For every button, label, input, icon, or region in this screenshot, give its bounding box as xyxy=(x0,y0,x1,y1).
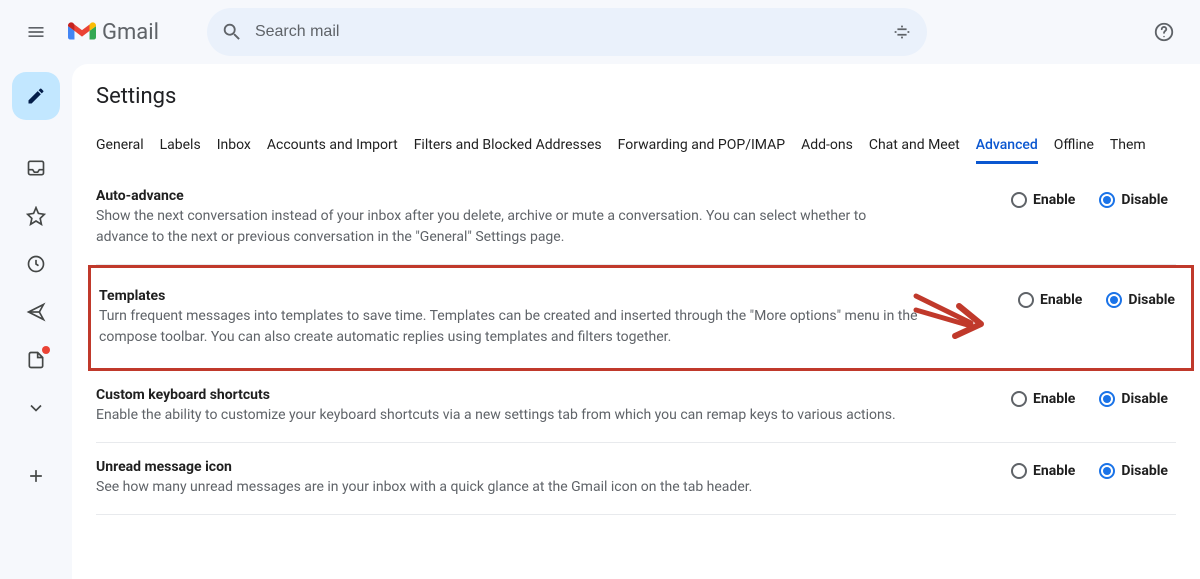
hamburger-icon xyxy=(26,22,46,42)
setting-controls: Enable Disable xyxy=(1011,459,1176,479)
disable-radio[interactable]: Disable xyxy=(1099,391,1168,407)
tab-accounts-and-import[interactable]: Accounts and Import xyxy=(267,129,398,164)
enable-radio[interactable]: Enable xyxy=(1011,463,1075,479)
pencil-icon xyxy=(26,86,46,106)
enable-radio[interactable]: Enable xyxy=(1011,391,1075,407)
radio-label: Enable xyxy=(1040,292,1082,308)
radio-circle-icon xyxy=(1011,391,1027,407)
setting-title: Unread message icon xyxy=(96,459,916,475)
radio-label: Enable xyxy=(1033,192,1075,208)
setting-title: Custom keyboard shortcuts xyxy=(96,387,916,403)
inbox-icon xyxy=(26,158,46,178)
page-title: Settings xyxy=(96,84,1200,109)
nav-snoozed[interactable] xyxy=(16,248,56,280)
draft-icon xyxy=(26,350,46,370)
gmail-logo-icon xyxy=(68,21,96,43)
radio-circle-icon xyxy=(1018,292,1034,308)
send-icon xyxy=(26,302,46,322)
radio-circle-icon xyxy=(1011,192,1027,208)
setting-row-auto-advance: Auto-advance Show the next conversation i… xyxy=(96,172,1176,265)
nav-new-label[interactable] xyxy=(16,460,56,492)
nav-more[interactable] xyxy=(16,392,56,424)
radio-label: Disable xyxy=(1121,463,1168,479)
tab-inbox[interactable]: Inbox xyxy=(217,129,251,164)
left-sidebar xyxy=(0,64,72,579)
radio-circle-icon xyxy=(1099,192,1115,208)
tab-offline[interactable]: Offline xyxy=(1054,129,1094,164)
tab-forwarding-and-pop-imap[interactable]: Forwarding and POP/IMAP xyxy=(618,129,785,164)
tab-add-ons[interactable]: Add-ons xyxy=(801,129,853,164)
gmail-logo[interactable]: Gmail xyxy=(68,20,159,45)
disable-radio[interactable]: Disable xyxy=(1099,192,1168,208)
setting-title: Templates xyxy=(99,288,919,304)
main-menu-button[interactable] xyxy=(16,12,56,52)
enable-radio[interactable]: Enable xyxy=(1018,292,1082,308)
gmail-logo-text: Gmail xyxy=(102,20,159,45)
setting-row-custom-keyboard-shortcuts: Custom keyboard shortcuts Enable the abil… xyxy=(96,371,1176,443)
setting-description: See how many unread messages are in your… xyxy=(96,477,916,498)
tab-advanced[interactable]: Advanced xyxy=(976,129,1038,164)
disable-radio[interactable]: Disable xyxy=(1099,463,1168,479)
disable-radio[interactable]: Disable xyxy=(1106,292,1175,308)
app-header: Gmail xyxy=(0,0,1200,64)
radio-label: Disable xyxy=(1128,292,1175,308)
setting-controls: Enable Disable xyxy=(1011,387,1176,407)
radio-circle-icon xyxy=(1099,391,1115,407)
help-icon xyxy=(1153,21,1175,43)
setting-description: Show the next conversation instead of yo… xyxy=(96,206,916,248)
star-icon xyxy=(26,206,46,226)
setting-description: Turn frequent messages into templates to… xyxy=(99,306,919,348)
nav-starred[interactable] xyxy=(16,200,56,232)
radio-label: Disable xyxy=(1121,192,1168,208)
clock-icon xyxy=(26,254,46,274)
setting-description: Enable the ability to customize your key… xyxy=(96,405,916,426)
nav-inbox[interactable] xyxy=(16,152,56,184)
enable-radio[interactable]: Enable xyxy=(1011,192,1075,208)
radio-label: Enable xyxy=(1033,463,1075,479)
radio-circle-icon xyxy=(1106,292,1122,308)
support-button[interactable] xyxy=(1144,12,1184,52)
compose-button[interactable] xyxy=(12,72,60,120)
settings-list: Auto-advance Show the next conversation i… xyxy=(96,172,1200,515)
tab-chat-and-meet[interactable]: Chat and Meet xyxy=(869,129,960,164)
settings-panel: Settings General Labels Inbox Accounts and … xyxy=(72,64,1200,579)
radio-circle-icon xyxy=(1011,463,1027,479)
search-icon xyxy=(221,21,243,43)
annotation-arrow-icon xyxy=(911,288,991,348)
tab-filters-and-blocked-addresses[interactable]: Filters and Blocked Addresses xyxy=(414,129,602,164)
setting-controls: Enable Disable xyxy=(1011,188,1176,208)
nav-drafts[interactable] xyxy=(16,344,56,376)
radio-label: Disable xyxy=(1121,391,1168,407)
search-input[interactable] xyxy=(255,23,879,41)
radio-label: Enable xyxy=(1033,391,1075,407)
setting-controls: Enable Disable xyxy=(1018,288,1183,308)
search-bar[interactable] xyxy=(207,8,927,56)
search-options-icon[interactable] xyxy=(891,21,913,43)
settings-tabs: General Labels Inbox Accounts and Import Fil… xyxy=(96,129,1200,164)
tab-general[interactable]: General xyxy=(96,129,144,164)
setting-title: Auto-advance xyxy=(96,188,916,204)
setting-row-templates: Templates Turn frequent messages into tem… xyxy=(88,265,1194,371)
tab-them[interactable]: Them xyxy=(1110,129,1146,164)
plus-icon xyxy=(26,466,46,486)
setting-row-unread-message-icon: Unread message icon See how many unread m… xyxy=(96,443,1176,515)
radio-circle-icon xyxy=(1099,463,1115,479)
nav-sent[interactable] xyxy=(16,296,56,328)
chevron-down-icon xyxy=(26,398,46,418)
tab-labels[interactable]: Labels xyxy=(160,129,201,164)
